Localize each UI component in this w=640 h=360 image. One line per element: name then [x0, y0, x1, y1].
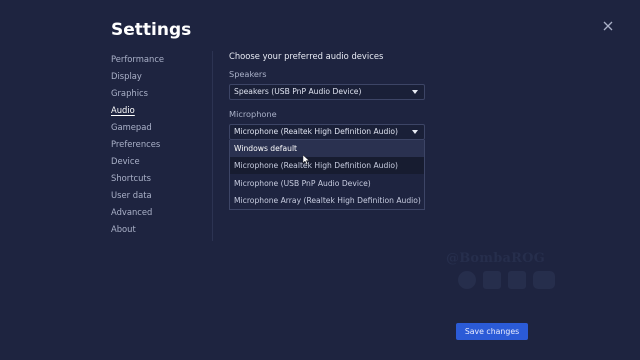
sidebar-item-preferences[interactable]: Preferences: [111, 139, 201, 156]
sidebar-item-shortcuts[interactable]: Shortcuts: [111, 173, 201, 190]
microphone-option-usb-pnp[interactable]: Microphone (USB PnP Audio Device): [230, 175, 424, 192]
speakers-select-value: Speakers (USB PnP Audio Device): [234, 87, 362, 96]
microphone-select-value: Microphone (Realtek High Definition Audi…: [234, 127, 399, 136]
discord-icon: [458, 271, 476, 289]
youtube-icon: [533, 271, 555, 289]
sidebar-item-advanced[interactable]: Advanced: [111, 207, 201, 224]
settings-window: Settings Performance Display Graphics Au…: [0, 0, 640, 360]
audio-section-heading: Choose your preferred audio devices: [229, 51, 384, 61]
watermark-social-icons: [458, 271, 558, 291]
close-icon[interactable]: [602, 20, 614, 32]
sidebar-item-user-data[interactable]: User data: [111, 190, 201, 207]
microphone-option-array-realtek[interactable]: Microphone Array (Realtek High Definitio…: [230, 192, 424, 209]
settings-sidebar: Performance Display Graphics Audio Gamep…: [111, 54, 201, 241]
sidebar-item-display[interactable]: Display: [111, 71, 201, 88]
speakers-select[interactable]: Speakers (USB PnP Audio Device): [229, 84, 425, 100]
mouse-cursor-icon: [303, 155, 310, 165]
page-title: Settings: [111, 20, 192, 40]
microphone-option-realtek[interactable]: Microphone (Realtek High Definition Audi…: [230, 157, 424, 174]
sidebar-item-about[interactable]: About: [111, 224, 201, 241]
sidebar-item-graphics[interactable]: Graphics: [111, 88, 201, 105]
microphone-option-windows-default[interactable]: Windows default: [230, 140, 424, 157]
sidebar-divider: [212, 51, 213, 241]
microphone-label: Microphone: [229, 109, 277, 119]
chevron-down-icon: [412, 130, 418, 134]
sidebar-item-gamepad[interactable]: Gamepad: [111, 122, 201, 139]
watermark-text: @BombaROG: [446, 251, 545, 266]
save-changes-button[interactable]: Save changes: [456, 323, 528, 340]
instagram-icon: [508, 271, 526, 289]
facebook-icon: [483, 271, 501, 289]
chevron-down-icon: [412, 90, 418, 94]
microphone-select[interactable]: Microphone (Realtek High Definition Audi…: [229, 124, 425, 140]
microphone-dropdown-list: Windows default Microphone (Realtek High…: [229, 140, 425, 210]
sidebar-item-audio[interactable]: Audio: [111, 105, 201, 122]
speakers-label: Speakers: [229, 69, 267, 79]
sidebar-item-device[interactable]: Device: [111, 156, 201, 173]
sidebar-item-performance[interactable]: Performance: [111, 54, 201, 71]
